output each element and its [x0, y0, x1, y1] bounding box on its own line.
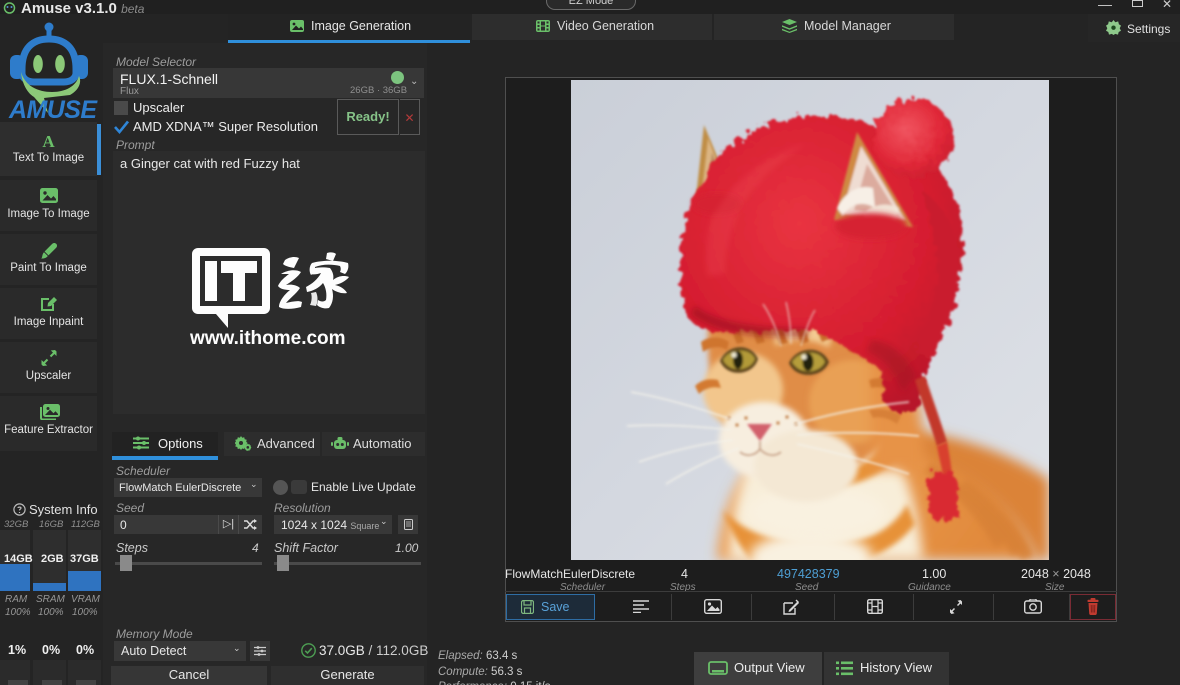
svg-text:www.ithome.com: www.ithome.com — [189, 328, 346, 349]
svg-text:AMUSE: AMUSE — [8, 96, 98, 121]
